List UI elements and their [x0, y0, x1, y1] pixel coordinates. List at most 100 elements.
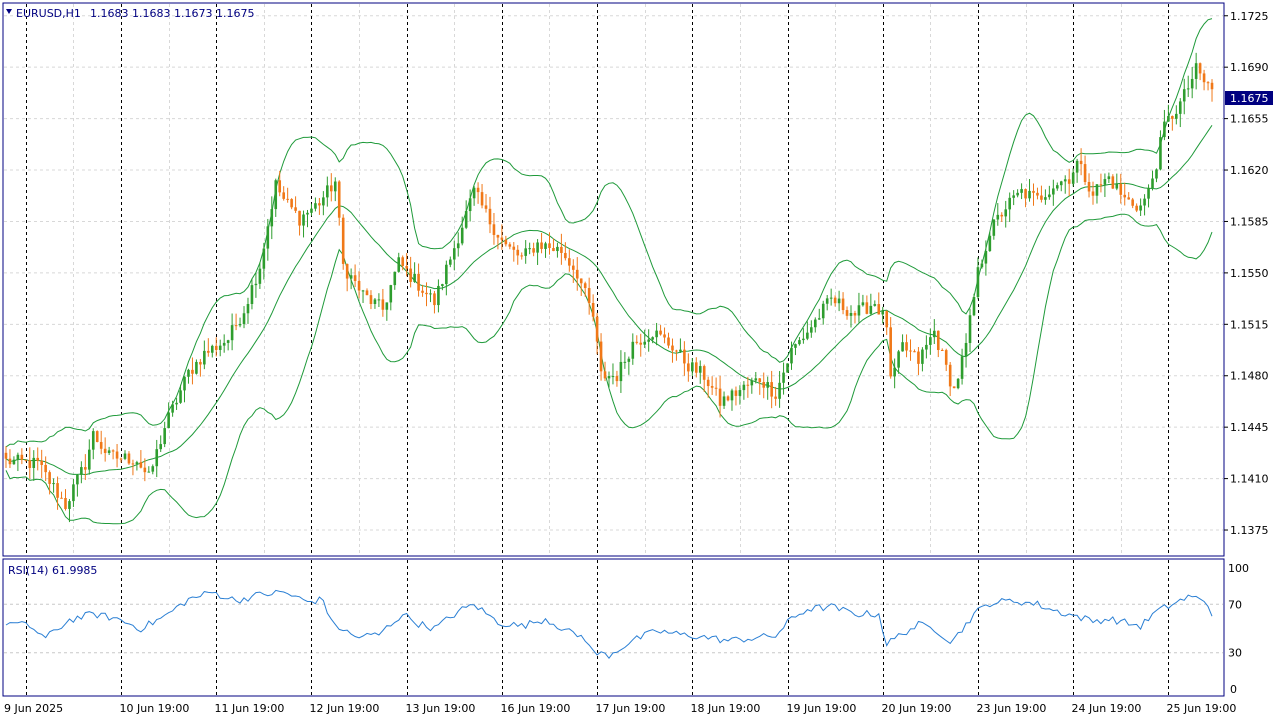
candle-body [790, 347, 793, 364]
candle-body [135, 462, 139, 465]
candle-body [623, 361, 627, 363]
candle-body [738, 390, 742, 396]
candle-body [635, 341, 639, 343]
candle-body [821, 303, 825, 319]
candle-body [897, 351, 900, 368]
candle-body [460, 227, 464, 244]
candle-body [825, 298, 829, 304]
candle-body [1151, 178, 1154, 189]
candle[interactable] [956, 377, 960, 390]
time-tick-label: 25 Jun 19:00 [1167, 702, 1237, 715]
candle-body [1012, 195, 1015, 198]
candle-body [1115, 183, 1119, 189]
candle-body [1067, 179, 1071, 184]
candle-body [341, 217, 345, 264]
candle-body [119, 458, 123, 460]
candle-body [210, 345, 214, 353]
candle-body [619, 361, 623, 382]
candle-body [913, 351, 916, 353]
candle-body [540, 242, 543, 249]
candle[interactable] [952, 386, 956, 389]
candle-body [972, 297, 976, 316]
candle-body [56, 483, 59, 498]
candle-body [813, 319, 817, 328]
candle-body [659, 330, 662, 335]
candle[interactable] [786, 363, 789, 373]
candle-body [651, 337, 654, 340]
rsi-title: RSI(14) 61.9985 [8, 564, 97, 577]
candle-body [1123, 194, 1127, 198]
candle-body [714, 387, 718, 389]
candle-body [560, 246, 563, 253]
candle-body [734, 390, 738, 396]
candle[interactable] [972, 293, 976, 317]
candle-body [1131, 199, 1134, 206]
time-tick-label: 16 Jun 19:00 [501, 702, 571, 715]
candle-body [575, 269, 579, 279]
candle[interactable] [95, 430, 99, 443]
price-tick-label: 1.1690 [1230, 61, 1269, 74]
candle-body [242, 313, 246, 324]
candle-body [1044, 197, 1047, 200]
candle-body [373, 299, 377, 304]
candle-body [1059, 181, 1063, 186]
candle-body [326, 185, 329, 198]
candle-body [139, 462, 143, 468]
candle-body [80, 467, 83, 475]
candle-body [68, 501, 71, 509]
candle-body [1178, 101, 1182, 114]
price-tick-label: 1.1375 [1230, 524, 1269, 537]
candle-body [500, 237, 504, 240]
candle[interactable] [1111, 174, 1115, 190]
candle-body [591, 303, 595, 317]
trading-chart[interactable]: 1.1725 1.1690 1.1655 1.1620 1.1585 1.1550 1.15… [0, 0, 1280, 720]
candle-body [1071, 172, 1075, 184]
candle-body [333, 181, 337, 192]
candle-body [143, 467, 147, 473]
candle-body [421, 290, 424, 293]
candle-body [794, 344, 797, 348]
candle-body [286, 198, 289, 200]
candle-body [1103, 179, 1107, 185]
candle-body [131, 463, 135, 465]
candle-body [246, 303, 250, 314]
candle-body [901, 342, 904, 352]
candle-body [841, 298, 845, 311]
candle-body [742, 384, 746, 391]
time-tick-label: 10 Jun 19:00 [120, 702, 190, 715]
candle-body [726, 396, 730, 401]
candle-body [254, 283, 258, 286]
candle-body [849, 312, 853, 316]
candle-body [885, 311, 889, 328]
candle-body [294, 207, 297, 211]
candle-body [615, 376, 619, 382]
candle-body [837, 298, 841, 304]
candle[interactable] [341, 214, 345, 270]
candle-body [782, 372, 785, 383]
candle-body [195, 361, 198, 374]
candle-body [8, 458, 12, 465]
candle-body [516, 249, 520, 256]
time-tick-label: 19 Jun 19:00 [787, 702, 857, 715]
candle-body [52, 483, 55, 485]
candle-body [16, 454, 20, 460]
candle-body [72, 484, 75, 502]
candle-body [552, 248, 555, 252]
candle-body [968, 315, 972, 343]
candle-body [996, 214, 1000, 220]
candle-body [496, 234, 500, 238]
candle-body [917, 351, 920, 364]
candle-body [702, 366, 706, 380]
candle-body [1198, 63, 1202, 74]
time-tick-label: 20 Jun 19:00 [882, 702, 952, 715]
candle-body [234, 325, 238, 327]
candle-body [1099, 184, 1103, 186]
candle-body [115, 451, 119, 459]
candle-body [369, 295, 373, 304]
candle-body [329, 185, 333, 192]
candle-body [536, 242, 539, 253]
candle-body [524, 248, 527, 256]
ohlc-values: 1.1683 1.1683 1.1673 1.1675 [90, 7, 254, 20]
candle-body [976, 267, 980, 298]
candle-body [857, 305, 861, 316]
